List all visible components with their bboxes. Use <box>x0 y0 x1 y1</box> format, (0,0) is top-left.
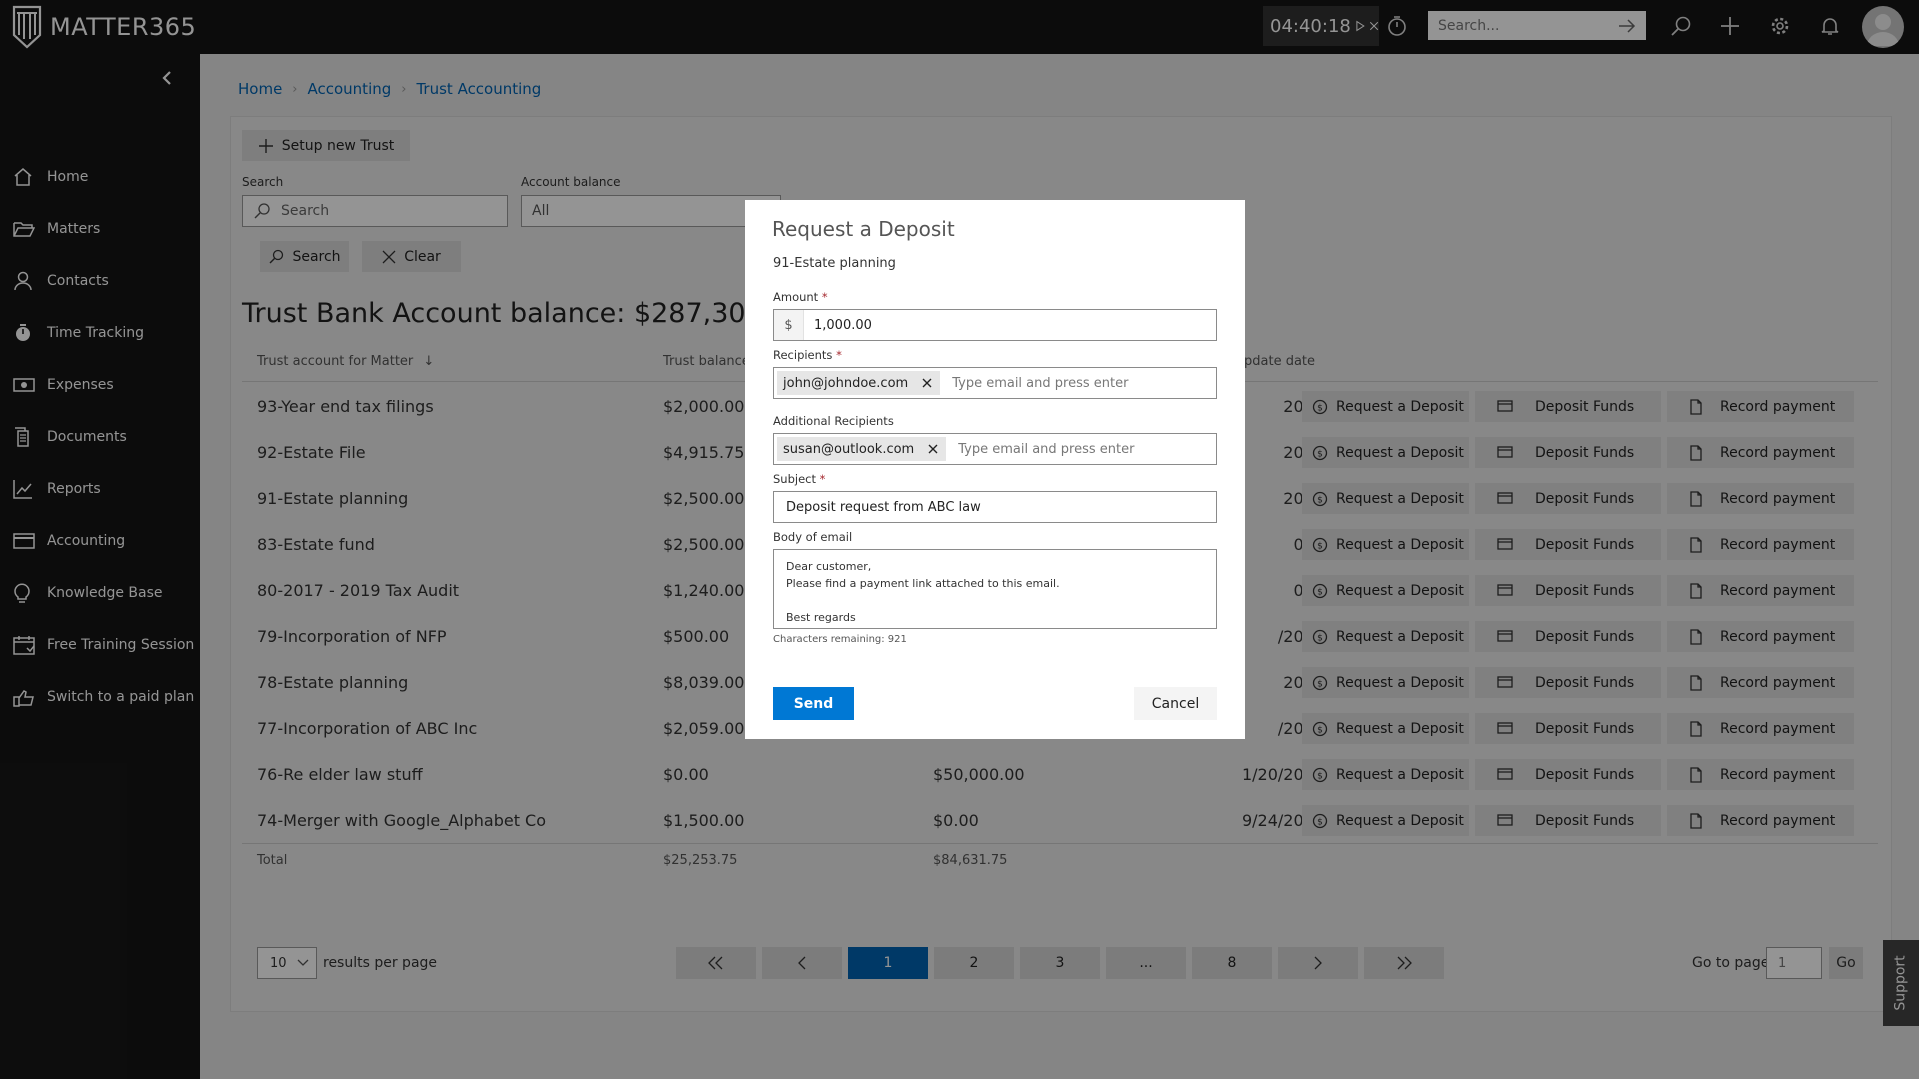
characters-remaining: Characters remaining: 921 <box>773 634 907 645</box>
body-line: Dear customer, <box>786 560 872 573</box>
remove-recipient-icon[interactable] <box>918 374 936 392</box>
amount-label-text: Amount <box>773 290 819 304</box>
recipients-input[interactable] <box>952 375 1213 391</box>
additional-recipients-label: Additional Recipients <box>773 414 894 428</box>
remove-additional-recipient-icon[interactable] <box>924 440 942 458</box>
send-button[interactable]: Send <box>773 687 854 720</box>
subject-label-text: Subject <box>773 472 816 486</box>
recipients-label-text: Recipients <box>773 348 833 362</box>
additional-recipient-chip: susan@outlook.com <box>777 437 947 461</box>
subject-value[interactable]: Deposit request from ABC law <box>786 500 981 515</box>
body-line <box>786 592 1204 609</box>
subject-label: Subject * <box>773 472 825 486</box>
currency-prefix: $ <box>774 310 804 340</box>
amount-field[interactable]: $ 1,000.00 <box>773 309 1217 341</box>
required-mark: * <box>821 290 828 304</box>
additional-recipients-input[interactable] <box>958 441 1216 457</box>
request-deposit-dialog: Request a Deposit 91-Estate planning Amo… <box>745 200 1245 739</box>
dialog-matter-name: 91-Estate planning <box>773 256 896 271</box>
additional-recipients-field[interactable]: susan@outlook.com <box>773 433 1217 465</box>
cancel-button[interactable]: Cancel <box>1134 687 1217 720</box>
amount-label: Amount * <box>773 290 828 304</box>
body-line: Best regards <box>786 611 856 624</box>
additional-chip-label: susan@outlook.com <box>783 441 915 457</box>
dialog-title: Request a Deposit <box>772 217 955 241</box>
body-line: Please find a payment link attached to t… <box>786 577 1060 590</box>
body-label: Body of email <box>773 530 853 544</box>
recipients-field[interactable]: john@johndoe.com <box>773 367 1217 399</box>
required-mark: * <box>819 472 826 486</box>
amount-value[interactable]: 1,000.00 <box>814 318 872 333</box>
recipients-label: Recipients * <box>773 348 842 362</box>
subject-field[interactable]: Deposit request from ABC law <box>773 491 1217 523</box>
recipient-chip: john@johndoe.com <box>777 371 941 395</box>
body-textarea[interactable]: Dear customer, Please find a payment lin… <box>773 549 1217 629</box>
recipient-chip-label: john@johndoe.com <box>783 375 909 391</box>
required-mark: * <box>836 348 842 362</box>
